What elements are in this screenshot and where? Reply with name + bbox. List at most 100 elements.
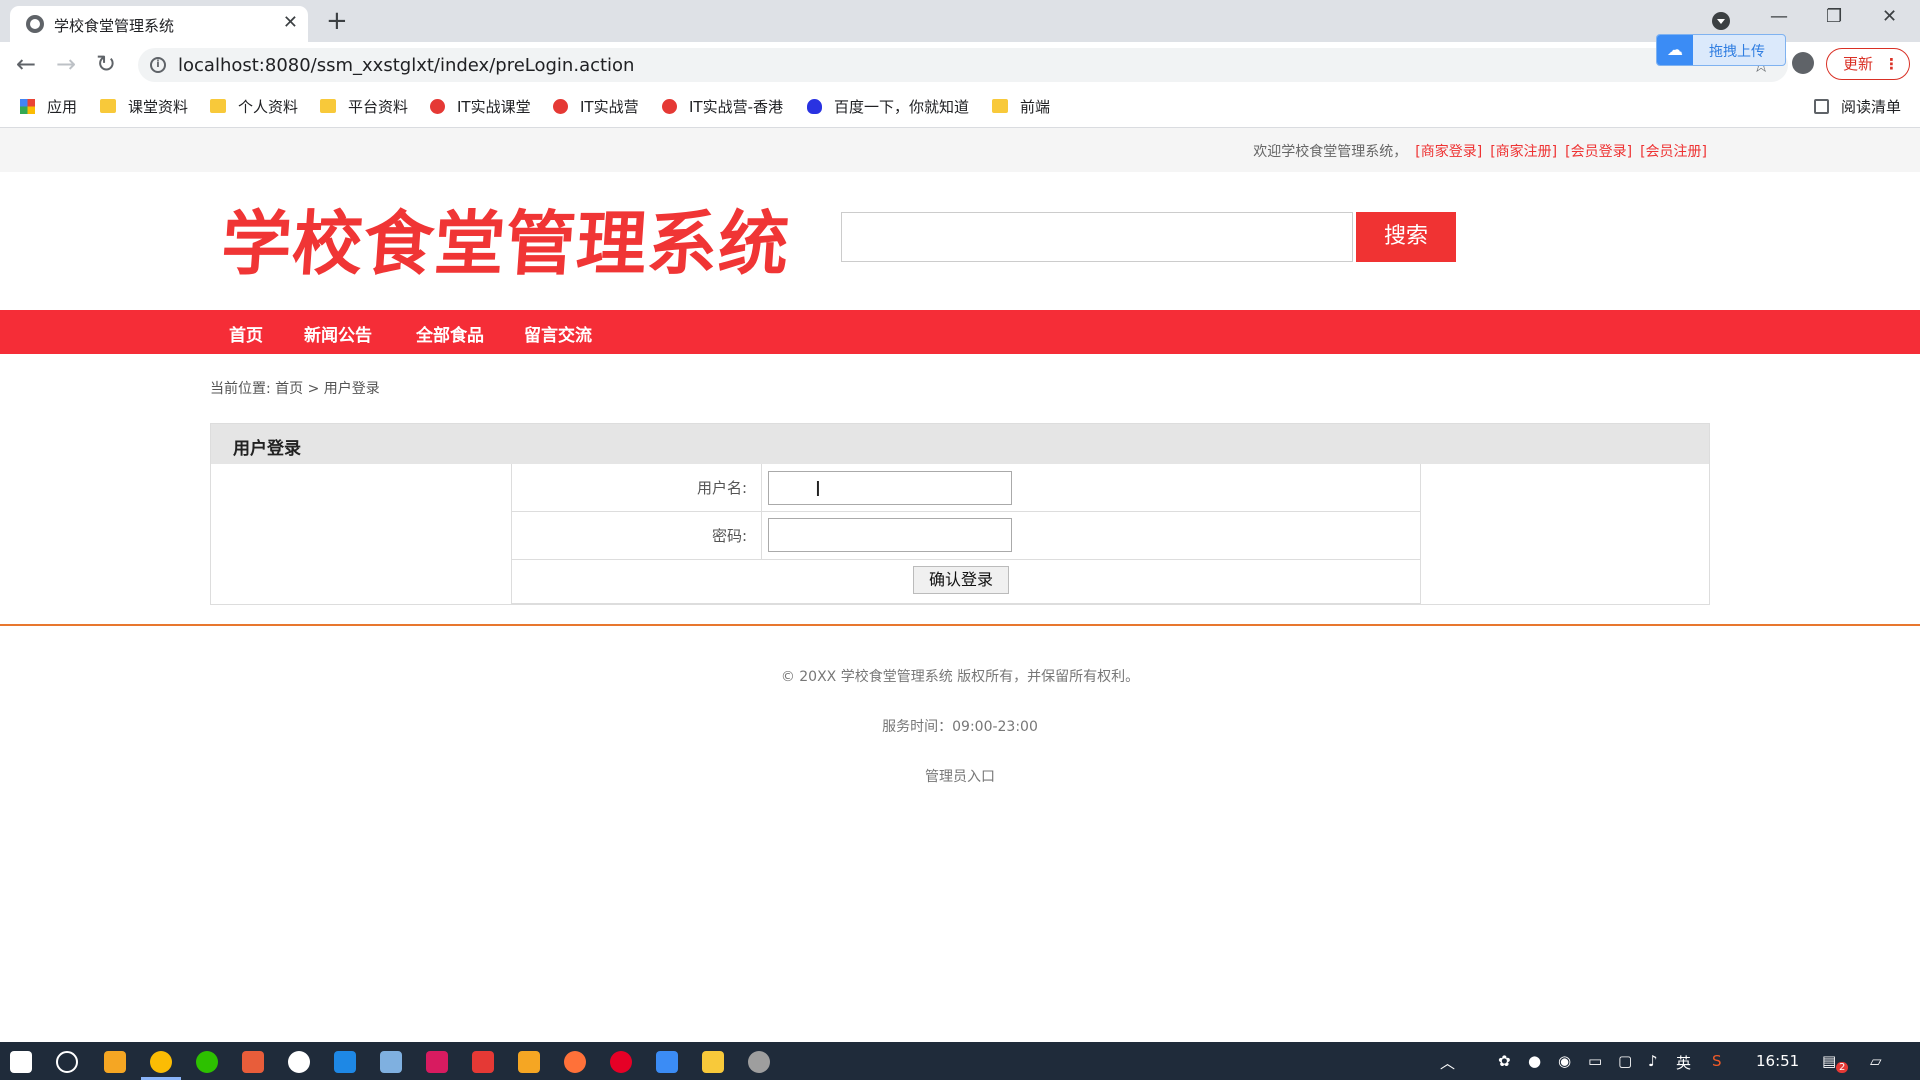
merchant-login-link[interactable]: [商家登录] [1415, 144, 1482, 160]
bookmarks-bar: 应用 课堂资料 个人资料 平台资料 IT实战课堂 IT实战营 IT实战营-香港 … [0, 88, 1920, 128]
reading-list-icon [1814, 98, 1829, 114]
new-tab-icon[interactable]: + [326, 6, 348, 36]
baidu-upload-button[interactable]: ☁ 拖拽上传 [1656, 34, 1786, 66]
chevron-up-icon[interactable]: ︿ [1440, 1052, 1455, 1073]
settings-icon[interactable] [748, 1051, 770, 1073]
nav-home[interactable]: 首页 [229, 321, 263, 346]
password-row: 密码: [512, 512, 1420, 560]
folder-icon [992, 99, 1008, 113]
site-icon [430, 98, 445, 114]
welcome-bar: 欢迎学校食堂管理系统， [商家登录] [商家注册] [会员登录] [会员注册] [1253, 141, 1707, 161]
bookmark-personal[interactable]: 个人资料 [210, 96, 298, 118]
more-icon[interactable]: ⋮ [1884, 49, 1899, 79]
bookmark-baidu[interactable]: 百度一下，你就知道 [807, 96, 969, 118]
url-text[interactable]: localhost:8080/ssm_xxstglxt/index/preLog… [178, 55, 634, 76]
admin-entry-link[interactable]: 管理员入口 [0, 766, 1920, 786]
site-icon [662, 98, 677, 114]
network-icon[interactable]: ▢ [1618, 1052, 1632, 1070]
tray-app-icon[interactable]: ✿ [1498, 1052, 1511, 1070]
battery-icon[interactable]: ▭ [1588, 1052, 1602, 1070]
app-icon[interactable] [380, 1051, 402, 1073]
update-label: 更新 [1843, 55, 1874, 73]
app-icon[interactable] [242, 1051, 264, 1073]
baidu-netdisk-icon[interactable] [656, 1051, 678, 1073]
welcome-text: 欢迎学校食堂管理系统， [1253, 144, 1408, 160]
site-logo[interactable]: 学校食堂管理系统 [218, 188, 793, 289]
file-explorer-icon[interactable] [702, 1051, 724, 1073]
tab-title: 学校食堂管理系统 [54, 17, 175, 35]
password-field[interactable] [768, 518, 1012, 552]
intellij-icon[interactable] [426, 1051, 448, 1073]
qq-icon[interactable]: ◉ [1558, 1052, 1571, 1070]
search-button[interactable]: 搜索 [1356, 212, 1456, 262]
member-login-link[interactable]: [会员登录] [1565, 144, 1632, 160]
chevron-down-icon[interactable] [1712, 12, 1730, 30]
profile-avatar-icon[interactable] [1792, 52, 1814, 74]
info-icon[interactable]: i [150, 57, 166, 73]
bookmark-it-classroom[interactable]: IT实战课堂 [430, 96, 531, 118]
wps-icon[interactable] [472, 1051, 494, 1073]
bookmark-it-camp[interactable]: IT实战营 [553, 96, 639, 118]
chat-icon[interactable] [288, 1051, 310, 1073]
bookmark-apps[interactable]: 应用 [20, 96, 77, 118]
wechat-icon[interactable] [196, 1051, 218, 1073]
app-icon[interactable] [334, 1051, 356, 1073]
reading-list[interactable]: 阅读清单 [1814, 96, 1901, 118]
login-title: 用户登录 [233, 439, 301, 459]
member-register-link[interactable]: [会员注册] [1640, 144, 1707, 160]
cloud-icon: ☁ [1657, 35, 1693, 65]
back-icon[interactable]: ← [16, 50, 36, 78]
login-panel: 用户登录 用户名: I 密码: 确认登录 [210, 423, 1710, 605]
clock[interactable]: 16:51 [1756, 1052, 1799, 1070]
baidu-paw-icon [807, 98, 822, 114]
bookmark-platform[interactable]: 平台资料 [320, 96, 408, 118]
firefox-icon[interactable] [564, 1051, 586, 1073]
bookmark-frontend[interactable]: 前端 [992, 96, 1050, 118]
search-icon[interactable] [56, 1051, 78, 1073]
footer-divider [0, 624, 1920, 626]
windows-start-icon[interactable] [10, 1051, 32, 1073]
reload-icon[interactable]: ↻ [96, 50, 116, 78]
merchant-register-link[interactable]: [商家注册] [1490, 144, 1557, 160]
web-page: 欢迎学校食堂管理系统， [商家登录] [商家注册] [会员登录] [会员注册] 学校食堂… [0, 128, 1920, 1042]
action-center-icon[interactable]: ▱ [1870, 1052, 1882, 1070]
footer-copyright: © 20XX 学校食堂管理系统 版权所有，并保留所有权利。 [780, 669, 1140, 685]
forward-icon[interactable]: → [56, 50, 76, 78]
folder-icon [100, 99, 116, 113]
update-button[interactable]: 更新 ⋮ [1826, 48, 1910, 80]
browser-tabbar: 学校食堂管理系统 ✕ + — ❐ ✕ [0, 0, 1920, 42]
nav-messages[interactable]: 留言交流 [524, 321, 592, 346]
notification-icon[interactable]: ▤ [1822, 1052, 1836, 1070]
apps-icon [20, 98, 35, 114]
username-label: 用户名: [512, 464, 762, 511]
submit-row: 确认登录 [512, 560, 1420, 602]
folder-icon [320, 99, 336, 113]
top-strip: 欢迎学校食堂管理系统， [商家登录] [商家注册] [会员登录] [会员注册] [0, 128, 1920, 172]
microphone-icon[interactable]: ● [1528, 1052, 1541, 1070]
nav-news[interactable]: 新闻公告 [304, 321, 372, 346]
site-icon [553, 98, 568, 114]
login-form: 用户名: I 密码: 确认登录 [511, 464, 1421, 604]
ime-indicator[interactable]: 英 [1676, 1052, 1691, 1073]
sogou-icon[interactable]: S [1712, 1052, 1722, 1070]
close-icon[interactable]: ✕ [283, 12, 298, 34]
volume-icon[interactable]: ♪ [1648, 1052, 1658, 1070]
bookmark-it-camp-hk[interactable]: IT实战营-香港 [662, 96, 783, 118]
browser-tab[interactable]: 学校食堂管理系统 ✕ [10, 6, 308, 42]
search-input[interactable] [841, 212, 1353, 262]
text-cursor-icon: I [815, 477, 821, 501]
folder-icon [210, 99, 226, 113]
netease-music-icon[interactable] [610, 1051, 632, 1073]
minimize-icon[interactable]: — [1770, 6, 1788, 27]
chrome-icon[interactable] [150, 1051, 172, 1073]
bookmark-classroom[interactable]: 课堂资料 [100, 96, 188, 118]
baidu-upload-label: 拖拽上传 [1709, 44, 1765, 60]
nav-all-food[interactable]: 全部食品 [416, 321, 484, 346]
window-close-icon[interactable]: ✕ [1882, 6, 1897, 27]
confirm-login-button[interactable]: 确认登录 [913, 566, 1009, 594]
restore-icon[interactable]: ❐ [1826, 6, 1842, 27]
omnibox[interactable]: i localhost:8080/ssm_xxstglxt/index/preL… [138, 48, 1788, 82]
username-field[interactable]: I [768, 471, 1012, 505]
app-icon[interactable] [518, 1051, 540, 1073]
app-icon[interactable] [104, 1051, 126, 1073]
